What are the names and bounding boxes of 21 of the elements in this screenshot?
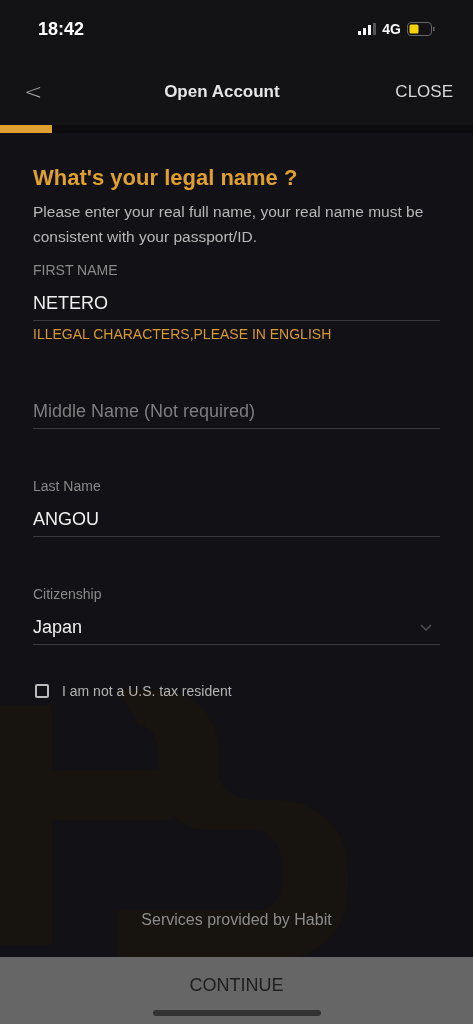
- text-field[interactable]: ANGOU: [33, 509, 440, 530]
- checkbox[interactable]: [35, 684, 49, 698]
- signal-icon: [358, 23, 377, 35]
- text-field[interactable]: NETERO: [33, 293, 440, 314]
- network-type: 4G: [382, 21, 401, 37]
- page-title: Open Account: [164, 81, 280, 102]
- section-heading: What's your legal name ?: [33, 164, 299, 192]
- status-time: 18:42: [38, 18, 85, 40]
- field-label: Citizenship: [33, 585, 103, 603]
- back-button[interactable]: <: [18, 79, 49, 104]
- chevron-down-icon: [420, 623, 432, 632]
- description-text: Please enter your real full name, your real name must be consistent with your passport/ID.: [33, 202, 425, 247]
- battery-icon: [407, 22, 435, 36]
- field-label: FIRST NAME: [33, 261, 119, 279]
- checkbox-label[interactable]: I am not a U.S. tax resident: [62, 683, 232, 699]
- select-field[interactable]: Japan: [33, 617, 420, 638]
- error-message: ILLEGAL CHARACTERS,PLEASE IN ENGLISH: [33, 326, 332, 342]
- text-field[interactable]: Middle Name (Not required): [33, 401, 440, 422]
- footer-note: Services provided by Habit: [141, 911, 332, 929]
- close-button[interactable]: CLOSE: [395, 81, 453, 102]
- field-label: Last Name: [33, 477, 102, 495]
